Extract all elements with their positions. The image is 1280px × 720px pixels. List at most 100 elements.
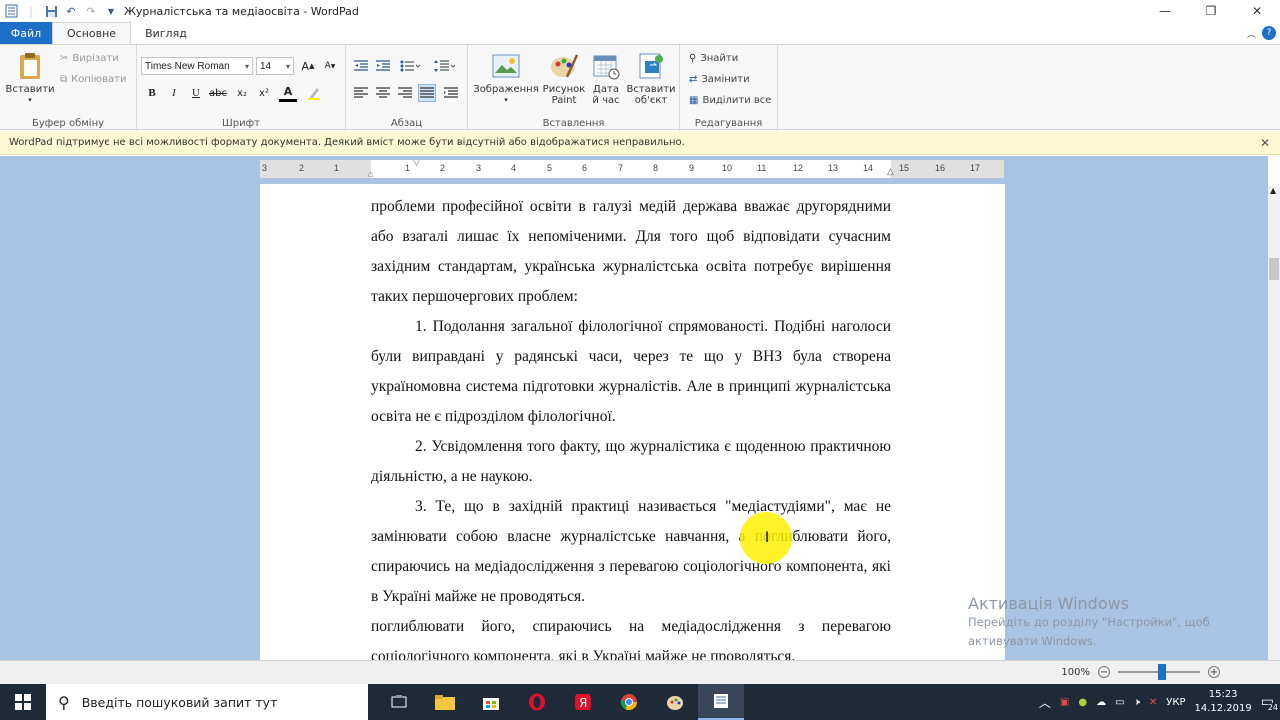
- font-group: Times New Roman ▾ 14 ▾ A ▲ A ▼ B I U abc x…: [137, 45, 346, 131]
- chevron-down-icon: ▾: [244, 61, 249, 71]
- underline-button[interactable]: U: [187, 84, 205, 102]
- file-explorer-icon[interactable]: [422, 684, 468, 720]
- insert-group: Зображення ▾ Рисунок Paint Дата й час Вс…: [468, 45, 680, 131]
- ruler-mark: 13: [828, 163, 839, 173]
- cut-button[interactable]: ✂ Вирізати: [60, 53, 119, 64]
- font-family-select[interactable]: Times New Roman ▾: [141, 57, 253, 75]
- grow-font-button[interactable]: A ▲: [299, 57, 317, 75]
- tray-app-icon[interactable]: ▣: [1060, 697, 1069, 708]
- object-icon: [639, 53, 663, 79]
- zoom-slider-handle[interactable]: [1158, 664, 1166, 680]
- paste-button[interactable]: Вставити ▾: [5, 51, 55, 106]
- windows-start-icon[interactable]: [0, 684, 46, 720]
- select-all-button[interactable]: ▦ Виділити все: [689, 95, 771, 106]
- close-icon[interactable]: ✕: [1260, 136, 1270, 150]
- zoom-in-icon[interactable]: +: [1208, 666, 1220, 678]
- clock-time: 15:23: [1208, 689, 1238, 700]
- task-view-icon[interactable]: [376, 684, 422, 720]
- document-body[interactable]: проблеми професійної освіти в галузі мед…: [371, 192, 891, 672]
- find-label: Знайти: [700, 53, 739, 64]
- shrink-font-button[interactable]: A ▼: [321, 57, 339, 75]
- subscript-button[interactable]: x₂: [233, 84, 251, 102]
- decrease-indent-icon[interactable]: [352, 57, 370, 75]
- zoom-slider[interactable]: [1118, 664, 1200, 680]
- close-icon[interactable]: ✕: [1234, 0, 1280, 22]
- insert-image-button[interactable]: Зображення ▾: [473, 51, 539, 106]
- document-page[interactable]: проблеми професійної освіти в галузі мед…: [260, 184, 1005, 665]
- ribbon-controls: ︿ ?: [1247, 26, 1276, 40]
- restore-icon[interactable]: ❐: [1188, 0, 1234, 22]
- align-right-icon[interactable]: [396, 84, 414, 102]
- show-hidden-icons-icon[interactable]: ︿: [1039, 694, 1051, 711]
- right-indent-marker[interactable]: △: [887, 166, 894, 177]
- paint-app-icon[interactable]: [652, 684, 698, 720]
- ruler-mark: 2: [440, 163, 446, 173]
- yandex-browser-icon[interactable]: Я: [560, 684, 606, 720]
- onedrive-icon[interactable]: ☁: [1096, 697, 1106, 708]
- line-spacing-icon[interactable]: [432, 57, 458, 75]
- volume-icon[interactable]: 🕨: [1134, 697, 1140, 708]
- editing-group: ⚲ Знайти ⇄ Замінити ▦ Виділити все Редаг…: [680, 45, 778, 131]
- tray-app-icon[interactable]: ●: [1078, 697, 1087, 708]
- increase-indent-icon[interactable]: [374, 57, 392, 75]
- save-icon[interactable]: [44, 4, 58, 18]
- insert-object-button[interactable]: Вставити об'єкт: [626, 51, 676, 106]
- ruler[interactable]: 3 2 1 1 2 3 4 5 6 7 8 9 10 11 12 13 14 1…: [260, 160, 1004, 178]
- clipboard-group-label: Буфер обміну: [31, 118, 105, 129]
- align-left-icon[interactable]: [352, 84, 370, 102]
- wordpad-app-icon[interactable]: [4, 4, 18, 18]
- copy-button[interactable]: ⧉ Копіювати: [60, 74, 126, 85]
- left-indent-marker[interactable]: ⌂: [368, 169, 373, 178]
- customize-qat-icon[interactable]: ▼: [104, 4, 118, 18]
- align-center-icon[interactable]: [374, 84, 392, 102]
- strikethrough-button[interactable]: abc: [209, 84, 227, 102]
- justify-icon[interactable]: [418, 84, 436, 102]
- scrollbar-thumb[interactable]: [1269, 258, 1279, 280]
- font-size-select[interactable]: 14 ▾: [256, 57, 294, 75]
- chrome-icon[interactable]: [606, 684, 652, 720]
- language-indicator[interactable]: УКР: [1166, 697, 1185, 708]
- taskbar-search-box[interactable]: ⚲ Введіть пошуковий запит тут: [46, 684, 368, 720]
- find-button[interactable]: ⚲ Знайти: [689, 53, 738, 64]
- zoom-control: 100% − +: [1061, 664, 1220, 680]
- redo-icon[interactable]: ↷: [84, 4, 98, 18]
- replace-button[interactable]: ⇄ Замінити: [689, 74, 750, 85]
- minimize-icon[interactable]: —: [1142, 0, 1188, 22]
- italic-button[interactable]: I: [165, 84, 183, 102]
- scroll-up-icon[interactable]: ▲: [1270, 186, 1276, 195]
- font-color-button[interactable]: A: [279, 84, 297, 102]
- store-icon[interactable]: [468, 684, 514, 720]
- taskbar-clock[interactable]: 15:23 14.12.2019: [1195, 688, 1252, 716]
- superscript-button[interactable]: x²: [255, 84, 273, 102]
- system-tray: ︿ ▣ ● ☁ ▭ 🕨 ✕ УКР 15:23 14.12.2019 ▭ 24: [1039, 684, 1280, 720]
- highlighter-icon: [308, 88, 320, 100]
- date-time-button[interactable]: Дата й час: [588, 51, 624, 106]
- ruler-mark: 9: [689, 163, 695, 173]
- font-group-label: Шрифт: [222, 118, 260, 129]
- ruler-mark: 2: [299, 163, 305, 173]
- watermark-line2: активувати Windows.: [968, 634, 1097, 648]
- network-icon[interactable]: ▭: [1115, 697, 1124, 708]
- paste-icon: [20, 53, 40, 79]
- paragraph-settings-icon[interactable]: [442, 84, 460, 102]
- bullet-list-icon[interactable]: [398, 57, 422, 75]
- collapse-ribbon-icon[interactable]: ︿: [1247, 27, 1256, 40]
- tray-app-icon[interactable]: ✕: [1149, 697, 1157, 708]
- vertical-scrollbar[interactable]: ▲: [1268, 186, 1280, 660]
- notification-center-icon[interactable]: ▭ 24: [1261, 694, 1278, 712]
- zoom-out-icon[interactable]: −: [1098, 666, 1110, 678]
- paragraph: 3. Те, що в західній практиці називаєтьс…: [371, 498, 891, 605]
- ruler-mark: 16: [935, 163, 946, 173]
- tab-home[interactable]: Основне: [52, 22, 132, 44]
- bold-button[interactable]: B: [143, 84, 161, 102]
- tab-file[interactable]: Файл: [0, 22, 52, 44]
- ruler-mark: 7: [618, 163, 624, 173]
- undo-icon[interactable]: ↶: [64, 4, 78, 18]
- paint-drawing-button[interactable]: Рисунок Paint: [542, 51, 586, 106]
- opera-icon[interactable]: [514, 684, 560, 720]
- help-icon[interactable]: ?: [1262, 26, 1276, 40]
- highlight-button[interactable]: [305, 84, 323, 102]
- first-line-indent-marker[interactable]: ▽: [413, 160, 420, 168]
- wordpad-taskbar-icon[interactable]: [698, 684, 744, 720]
- tab-view[interactable]: Вигляд: [131, 22, 201, 44]
